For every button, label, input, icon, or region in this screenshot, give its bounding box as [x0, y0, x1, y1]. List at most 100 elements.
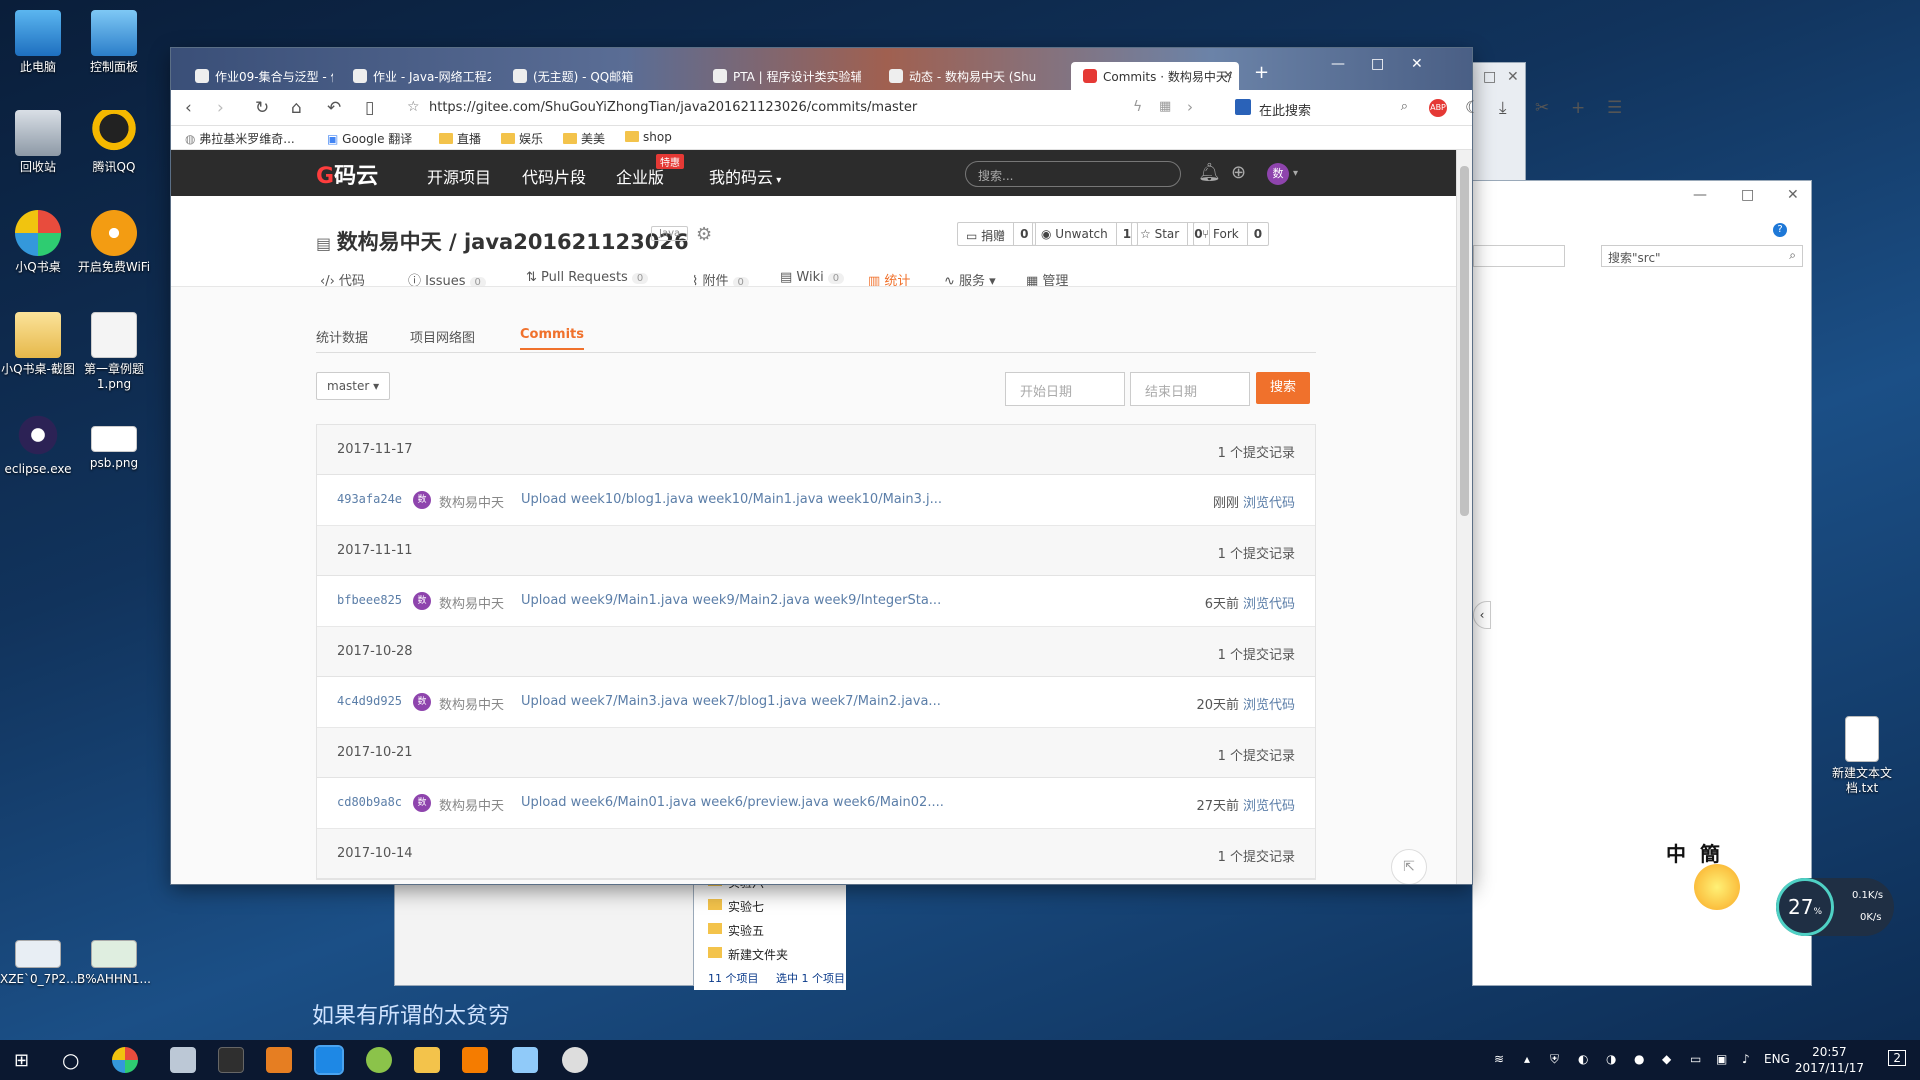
- site-logo[interactable]: G码云: [316, 158, 378, 190]
- cortana-icon[interactable]: ○: [62, 1048, 79, 1072]
- forward-arrow-icon[interactable]: ›: [1187, 98, 1193, 116]
- maximize-icon[interactable]: □: [1741, 187, 1754, 203]
- photo-taskbar-icon[interactable]: [562, 1047, 588, 1073]
- minimize-icon[interactable]: —: [1331, 56, 1345, 72]
- scissors-icon[interactable]: ✂: [1535, 98, 1549, 118]
- commit-author[interactable]: 数构易中天: [439, 492, 504, 511]
- tray-icon[interactable]: ◐: [1578, 1052, 1588, 1066]
- explorer-address-bar[interactable]: [1473, 245, 1565, 267]
- tab-pta[interactable]: PTA | 程序设计类实验辅: [701, 62, 861, 90]
- tab-homework-java[interactable]: 作业 - Java-网络工程20: [341, 62, 491, 90]
- desktop-icon-xiaoq-screenshot[interactable]: 小Q书桌-截图: [0, 312, 76, 377]
- browse-code-link[interactable]: 浏览代码: [1243, 795, 1295, 814]
- input-language[interactable]: ENG: [1764, 1052, 1790, 1066]
- qr-code-icon[interactable]: ▦: [1159, 99, 1171, 114]
- desktop-icon-image-1[interactable]: XZE`0_7P2...: [0, 930, 78, 987]
- notification-center[interactable]: 2: [1888, 1050, 1906, 1066]
- maximize-icon[interactable]: □: [1483, 69, 1496, 85]
- branch-selector[interactable]: master ▾: [316, 372, 391, 400]
- nav-snippets[interactable]: 代码片段: [522, 164, 586, 188]
- gitee-taskbar-icon[interactable]: [266, 1047, 292, 1073]
- avatar[interactable]: 数: [413, 794, 431, 812]
- desktop-icon-example-png[interactable]: 第一章例题1.png: [76, 312, 152, 392]
- browse-code-link[interactable]: 浏览代码: [1243, 492, 1295, 511]
- collapse-arrow-icon[interactable]: ‹: [1473, 601, 1491, 629]
- bell-icon[interactable]: 🔔︎: [1198, 162, 1221, 183]
- search-icon[interactable]: ⌕: [1401, 99, 1408, 114]
- bookmark-folder[interactable]: 美美: [563, 130, 605, 147]
- avatar[interactable]: 数: [413, 491, 431, 509]
- network-icon[interactable]: ▣: [1716, 1052, 1727, 1066]
- desktop-icon-this-pc[interactable]: 此电脑: [0, 10, 76, 75]
- tab-homework-09[interactable]: 作业09-集合与泛型 - 作: [183, 62, 333, 90]
- fork-button[interactable]: ⑂ Fork 0: [1193, 222, 1270, 246]
- explorer-folder-item[interactable]: 实验七: [708, 898, 764, 915]
- folder-taskbar-icon[interactable]: [414, 1047, 440, 1073]
- end-date-input[interactable]: 结束日期: [1130, 372, 1250, 406]
- commit-author[interactable]: 数构易中天: [439, 694, 504, 713]
- subtab-commits[interactable]: Commits: [520, 327, 584, 350]
- commit-message[interactable]: Upload week7/Main3.java week7/blog1.java…: [521, 694, 941, 709]
- browser-taskbar-icon[interactable]: [314, 1045, 344, 1075]
- shield-icon[interactable]: ⛨: [1550, 1052, 1559, 1067]
- commit-sha[interactable]: 493afa24e: [337, 492, 402, 506]
- wifi-tray-icon[interactable]: ≋: [1494, 1052, 1504, 1066]
- address-bar[interactable]: ☆ https://gitee.com/ShuGouYiZhongTian/ja…: [403, 95, 1223, 121]
- commit-author[interactable]: 数构易中天: [439, 795, 504, 814]
- reload-icon[interactable]: ↻: [255, 98, 269, 118]
- flash-icon[interactable]: ϟ: [1133, 99, 1142, 115]
- site-search-input[interactable]: 搜索...: [965, 161, 1181, 187]
- menu-icon[interactable]: ☰: [1607, 98, 1622, 118]
- star-icon[interactable]: ☆: [407, 99, 420, 115]
- close-tab-icon[interactable]: ✕: [1223, 68, 1233, 82]
- browse-code-link[interactable]: 浏览代码: [1243, 593, 1295, 612]
- avatar[interactable]: 数: [413, 693, 431, 711]
- tray-icon[interactable]: ●: [1634, 1052, 1644, 1066]
- ime-widget[interactable]: 中 簡: [1652, 834, 1782, 924]
- nav-open-source[interactable]: 开源项目: [427, 164, 491, 188]
- desktop-icon-control-panel[interactable]: 控制面板: [76, 10, 152, 75]
- undo-icon[interactable]: ↶: [327, 98, 341, 118]
- commit-message[interactable]: Upload week10/blog1.java week10/Main1.ja…: [521, 492, 942, 507]
- commit-message[interactable]: Upload week9/Main1.java week9/Main2.java…: [521, 593, 941, 608]
- browser-search-box[interactable]: 在此搜索 ⌕: [1231, 95, 1416, 121]
- tray-icon[interactable]: ◆: [1662, 1052, 1671, 1066]
- tab-activity[interactable]: 动态 - 数构易中天 (Shu: [877, 62, 1037, 90]
- presentation-taskbar-icon[interactable]: [462, 1047, 488, 1073]
- tab-wiki[interactable]: ▤ Wiki 0: [780, 270, 845, 285]
- desktop-icon-eclipse[interactable]: eclipse.exe: [0, 412, 76, 477]
- battery-icon[interactable]: ▭: [1690, 1052, 1701, 1066]
- commit-sha[interactable]: cd80b9a8c: [337, 795, 402, 809]
- repo-owner[interactable]: 数构易中天: [337, 230, 442, 254]
- new-tab-icon[interactable]: +: [1254, 62, 1269, 83]
- maximize-icon[interactable]: □: [1371, 56, 1384, 72]
- browse-code-link[interactable]: 浏览代码: [1243, 694, 1295, 713]
- desktop-icon-recycle-bin[interactable]: 回收站: [0, 110, 76, 175]
- share-icon[interactable]: ⇱: [1391, 849, 1427, 884]
- home-icon[interactable]: ⌂: [291, 98, 302, 118]
- background-window-1[interactable]: □ ✕: [1472, 62, 1526, 182]
- close-icon[interactable]: ✕: [1787, 187, 1799, 203]
- commit-sha[interactable]: 4c4d9d925: [337, 694, 402, 708]
- desktop-icon-wifi[interactable]: 开启免费WiFi: [76, 210, 152, 275]
- windows-start-icon[interactable]: ⊞: [14, 1050, 29, 1071]
- explorer-search-input[interactable]: 搜索"src" ⌕: [1601, 245, 1803, 267]
- desktop-icon-xiaoq[interactable]: 小Q书桌: [0, 210, 76, 275]
- desktop-icon-psb-png[interactable]: psb.png: [76, 412, 152, 471]
- app-taskbar-icon[interactable]: [366, 1047, 392, 1073]
- help-icon[interactable]: ?: [1773, 223, 1787, 237]
- forward-icon[interactable]: ›: [217, 98, 224, 118]
- tab-qq-mail[interactable]: (无主题) - QQ邮箱: [501, 62, 651, 90]
- calculator-taskbar-icon[interactable]: [218, 1047, 244, 1073]
- nav-my-gitee[interactable]: 我的码云 ▾: [709, 164, 781, 188]
- bookmark-folder[interactable]: shop: [625, 130, 672, 144]
- tray-icon[interactable]: ▴: [1524, 1052, 1530, 1066]
- close-icon[interactable]: ✕: [1411, 56, 1423, 72]
- explorer-folder-item[interactable]: 实验五: [708, 922, 764, 939]
- night-mode-icon[interactable]: ☾: [1465, 98, 1480, 118]
- page-scrollbar[interactable]: [1456, 150, 1472, 884]
- avatar[interactable]: 数: [1267, 163, 1289, 185]
- volume-icon[interactable]: ♪: [1742, 1052, 1750, 1066]
- bookmark-folder[interactable]: 娱乐: [501, 130, 543, 147]
- tray-icon[interactable]: ◑: [1606, 1052, 1616, 1066]
